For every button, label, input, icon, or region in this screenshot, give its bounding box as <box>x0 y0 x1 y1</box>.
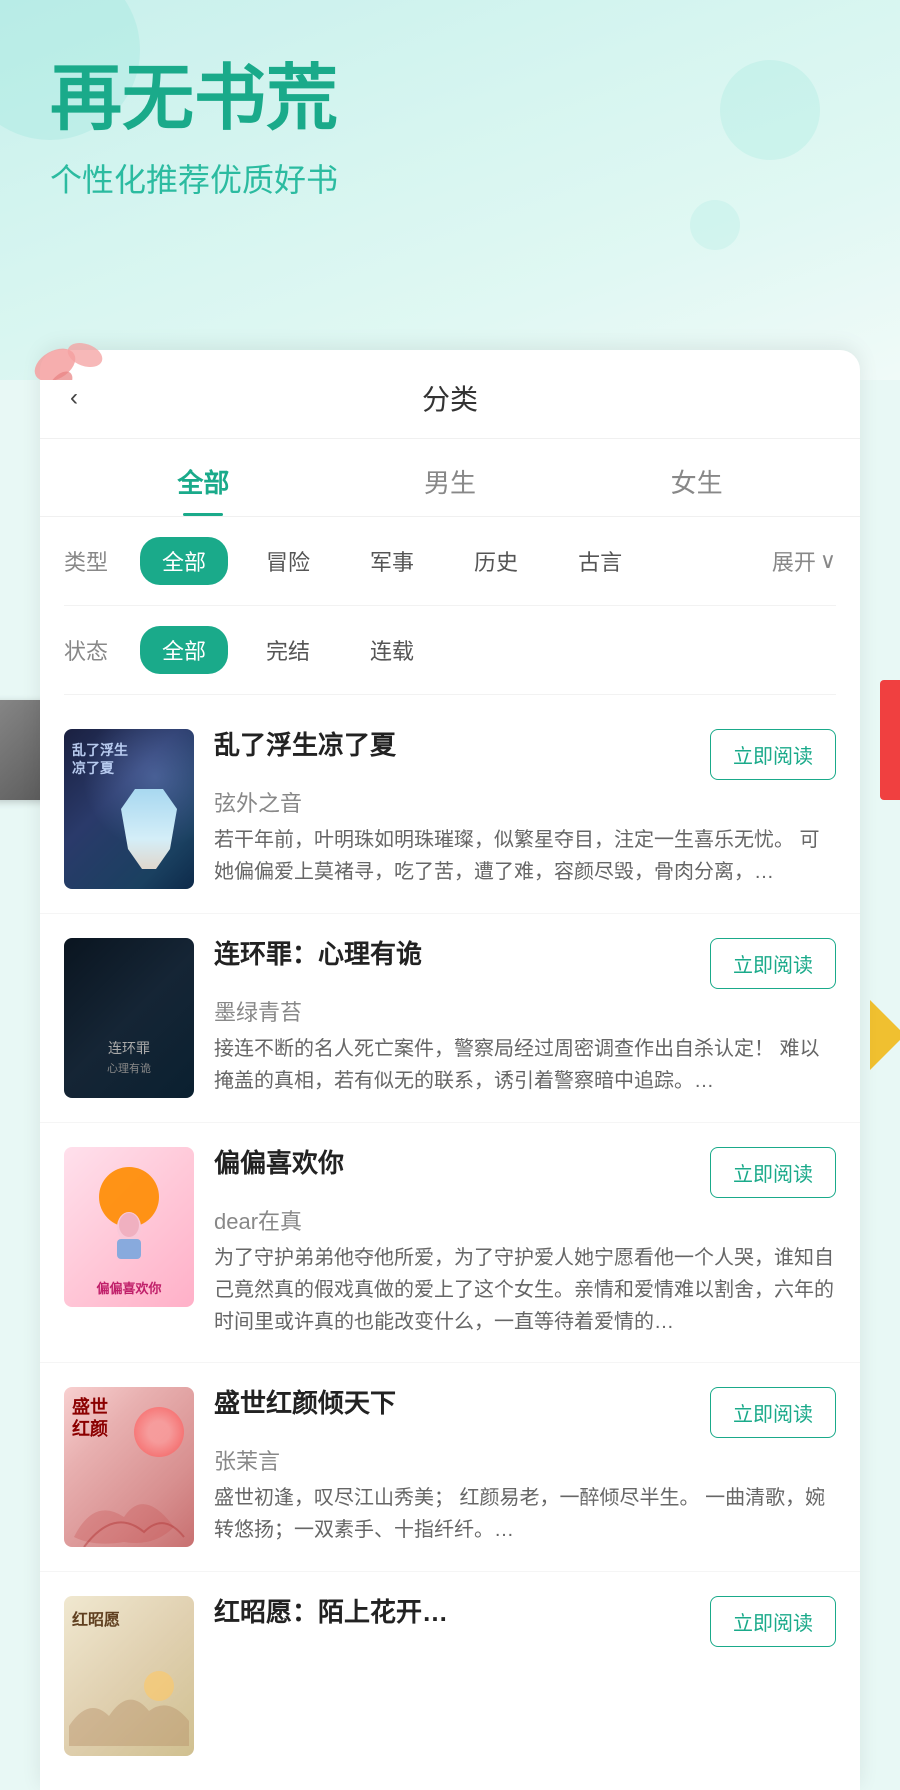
book-info-1: 乱了浮生凉了夏 立即阅读 弦外之音 若干年前，叶明珠如明珠璀璨，似繁星夺目，注定… <box>214 729 836 889</box>
list-item: 乱了浮生凉了夏 乱了浮生凉了夏 立即阅读 弦外之音 若干年前，叶明珠如明珠璀璨，… <box>40 705 860 914</box>
book-cover-4: 盛世红颜 <box>64 1387 194 1547</box>
status-chip-finished[interactable]: 完结 <box>244 626 332 674</box>
side-book-right <box>880 680 900 800</box>
cover-text-1: 乱了浮生凉了夏 <box>72 741 128 777</box>
book-desc-1: 若干年前，叶明珠如明珠璀璨，似繁星夺目，注定一生喜乐无忧。 可她偏偏爱上莫褚寻，… <box>214 824 836 888</box>
type-chip-all[interactable]: 全部 <box>140 537 228 585</box>
status-filter-row: 状态 全部 完结 连载 <box>40 606 860 694</box>
expand-button[interactable]: 展开 ∨ <box>772 545 836 577</box>
book-info-3: 偏偏喜欢你 立即阅读 dear在真 为了守护弟弟他夺他所爱，为了守护爱人她宁愿看… <box>214 1147 836 1338</box>
cover-girl-svg <box>99 1207 159 1267</box>
type-chip-ancient[interactable]: 古言 <box>556 537 644 585</box>
book-title-4: 盛世红颜倾天下 <box>214 1387 396 1421</box>
hero-subtitle: 个性化推荐优质好书 <box>50 155 850 201</box>
book-author-3: dear在真 <box>214 1204 836 1236</box>
cover-text-5: 红昭愿 <box>72 1606 120 1630</box>
tab-female[interactable]: 女生 <box>671 463 723 516</box>
book-cover-2: 连环罪心理有诡 <box>64 938 194 1098</box>
back-button[interactable]: ‹ <box>70 384 78 412</box>
list-item: 连环罪心理有诡 连环罪：心理有诡 立即阅读 墨绿青苔 接连不断的名人死亡案件，警… <box>40 914 860 1123</box>
read-button-3[interactable]: 立即阅读 <box>710 1147 836 1198</box>
book-info-5: 红昭愿：陌上花开… 立即阅读 <box>214 1596 836 1756</box>
cover-girl-deco <box>114 789 184 889</box>
type-chip-history[interactable]: 历史 <box>452 537 540 585</box>
chevron-down-icon: ∨ <box>820 548 836 574</box>
status-chip-ongoing[interactable]: 连载 <box>348 626 436 674</box>
tab-all[interactable]: 全部 <box>177 463 229 516</box>
type-chip-military[interactable]: 军事 <box>348 537 436 585</box>
book-desc-4: 盛世初逢，叹尽江山秀美； 红颜易老，一醉倾尽半生。 一曲清歌，婉转悠扬；一双素手… <box>214 1482 836 1546</box>
type-chip-adventure[interactable]: 冒险 <box>244 537 332 585</box>
cover-text-4: 盛世红颜 <box>72 1397 108 1440</box>
book-title-5: 红昭愿：陌上花开… <box>214 1596 448 1630</box>
deco-leaf-icon <box>30 330 110 380</box>
cover-landscape-svg <box>69 1666 189 1746</box>
cover-text-2: 连环罪心理有诡 <box>72 1039 186 1078</box>
hero-title: 再无书荒 <box>50 60 850 139</box>
book-list: 乱了浮生凉了夏 乱了浮生凉了夏 立即阅读 弦外之音 若干年前，叶明珠如明珠璀璨，… <box>40 695 860 1790</box>
read-button-4[interactable]: 立即阅读 <box>710 1387 836 1438</box>
book-title-row-1: 乱了浮生凉了夏 立即阅读 <box>214 729 836 780</box>
read-button-1[interactable]: 立即阅读 <box>710 729 836 780</box>
book-title-row-2: 连环罪：心理有诡 立即阅读 <box>214 938 836 989</box>
type-filter-label: 类型 <box>64 545 124 577</box>
tab-male[interactable]: 男生 <box>424 463 476 516</box>
book-title-1: 乱了浮生凉了夏 <box>214 729 396 763</box>
book-desc-3: 为了守护弟弟他夺他所爱，为了守护爱人她宁愿看他一个人哭，谁知自己竟然真的假戏真做… <box>214 1242 836 1338</box>
side-triangle <box>870 1000 900 1070</box>
status-chip-all[interactable]: 全部 <box>140 626 228 674</box>
book-cover-3: 偏偏喜欢你 <box>64 1147 194 1307</box>
list-item: 红昭愿 红昭愿：陌上花开… 立即阅读 <box>40 1572 860 1780</box>
book-cover-1: 乱了浮生凉了夏 <box>64 729 194 889</box>
book-title-3: 偏偏喜欢你 <box>214 1147 344 1181</box>
book-info-4: 盛世红颜倾天下 立即阅读 张茉言 盛世初逢，叹尽江山秀美； 红颜易老，一醉倾尽半… <box>214 1387 836 1547</box>
cover-flower-deco <box>134 1407 184 1457</box>
status-filter-label: 状态 <box>64 634 124 666</box>
page-header: ‹ 分类 <box>40 350 860 439</box>
book-info-2: 连环罪：心理有诡 立即阅读 墨绿青苔 接连不断的名人死亡案件，警察局经过周密调查… <box>214 938 836 1098</box>
book-title-row-5: 红昭愿：陌上花开… 立即阅读 <box>214 1596 836 1647</box>
read-button-2[interactable]: 立即阅读 <box>710 938 836 989</box>
book-author-1: 弦外之音 <box>214 786 836 818</box>
hero-section: 再无书荒 个性化推荐优质好书 <box>0 0 900 380</box>
book-desc-2: 接连不断的名人死亡案件，警察局经过周密调查作出自杀认定！ 难以掩盖的真相，若有似… <box>214 1033 836 1097</box>
book-title-row-3: 偏偏喜欢你 立即阅读 <box>214 1147 836 1198</box>
cover-text-3: 偏偏喜欢你 <box>64 1278 194 1297</box>
type-filter-row: 类型 全部 冒险 军事 历史 古言 展开 ∨ <box>40 517 860 605</box>
book-title-2: 连环罪：心理有诡 <box>214 938 422 972</box>
book-cover-5: 红昭愿 <box>64 1596 194 1756</box>
cover-flower-svg <box>64 1477 194 1547</box>
page-title: 分类 <box>422 378 478 418</box>
deco-circle-3 <box>690 200 740 250</box>
main-card: ‹ 分类 全部 男生 女生 类型 全部 冒险 军事 历史 古言 展开 ∨ 状态 … <box>40 350 860 1790</box>
gender-tabs: 全部 男生 女生 <box>40 439 860 517</box>
read-button-5[interactable]: 立即阅读 <box>710 1596 836 1647</box>
list-item: 盛世红颜 盛世红颜倾天下 立即阅读 张茉言 盛世初逢，叹尽江山秀美； 红颜易老，… <box>40 1363 860 1572</box>
book-author-4: 张茉言 <box>214 1444 836 1476</box>
book-author-2: 墨绿青苔 <box>214 995 836 1027</box>
book-title-row-4: 盛世红颜倾天下 立即阅读 <box>214 1387 836 1438</box>
list-item: 偏偏喜欢你 偏偏喜欢你 立即阅读 dear在真 为了守护弟弟他夺他所爱，为了守护… <box>40 1123 860 1363</box>
